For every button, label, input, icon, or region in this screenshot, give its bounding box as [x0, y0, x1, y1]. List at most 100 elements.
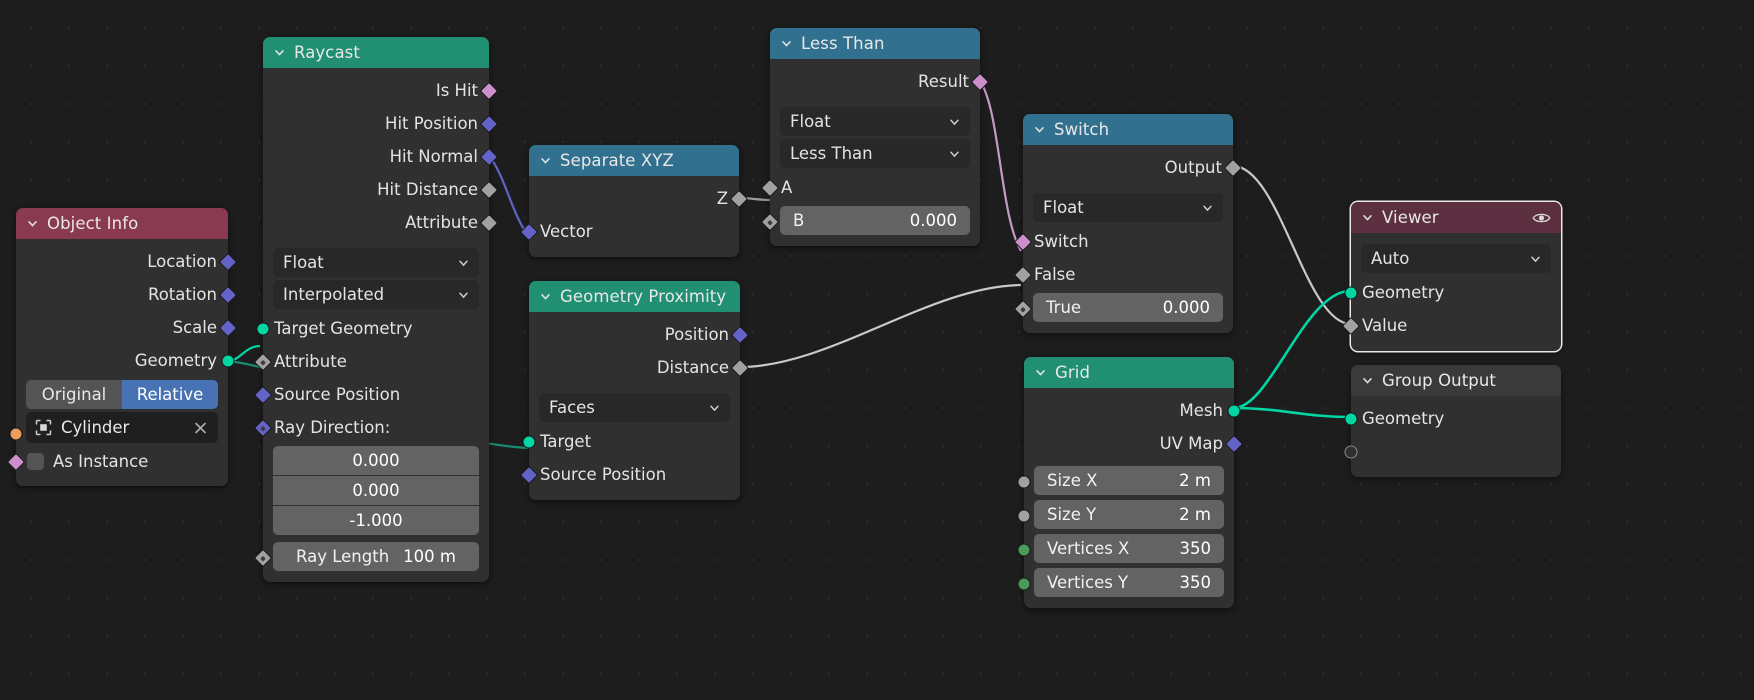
chevron-down-icon[interactable]	[708, 401, 721, 414]
node-header-raycast[interactable]: Raycast	[263, 37, 489, 68]
ray-direction-y-field[interactable]: 0.000	[273, 476, 479, 505]
node-group-output[interactable]: Group Output Geometry	[1344, 365, 1561, 477]
socket-out-mesh[interactable]	[1227, 404, 1241, 417]
node-object-info[interactable]: Object Info Location Rotation Scale Geom…	[6, 208, 238, 486]
socket-out-geometry[interactable]	[221, 354, 235, 367]
true-value-field[interactable]: True 0.000	[1033, 293, 1223, 322]
socket-in-switch[interactable]	[1013, 232, 1033, 251]
socket-out-output[interactable]	[1223, 158, 1243, 177]
node-header-less-than[interactable]: Less Than	[770, 28, 980, 59]
chevron-down-icon[interactable]	[948, 147, 961, 160]
socket-out-location[interactable]	[218, 252, 238, 271]
chevron-down-icon[interactable]	[457, 256, 470, 269]
dropdown-target-element[interactable]: Faces	[539, 393, 730, 422]
chevron-down-icon[interactable]	[780, 37, 793, 50]
node-separate-xyz[interactable]: Separate XYZ Z Vector	[519, 145, 749, 257]
socket-out-is-hit[interactable]	[479, 81, 499, 100]
socket-out-uv-map[interactable]	[1224, 434, 1244, 453]
socket-in-target-geometry[interactable]	[256, 322, 270, 335]
socket-in-size-x[interactable]	[1017, 475, 1031, 489]
chevron-down-icon[interactable]	[948, 115, 961, 128]
socket-out-hit-distance[interactable]	[479, 180, 499, 199]
node-header-grid[interactable]: Grid	[1024, 357, 1234, 388]
vertices-y-field[interactable]: Vertices Y 350	[1034, 568, 1224, 597]
chevron-down-icon[interactable]	[1033, 123, 1046, 136]
node-header-viewer[interactable]: Viewer	[1351, 202, 1561, 233]
dropdown-data-type[interactable]: Float	[273, 248, 479, 277]
socket-in-attribute[interactable]	[253, 352, 273, 371]
as-instance-row[interactable]: As Instance	[6, 446, 228, 477]
socket-in-source-position[interactable]	[253, 385, 273, 404]
node-grid[interactable]: Grid Mesh UV Map Size X 2 m Size Y 2 m V…	[1017, 357, 1244, 608]
ray-direction-x-field[interactable]: 0.000	[273, 446, 479, 475]
dropdown-data-type[interactable]: Float	[1033, 193, 1223, 222]
node-raycast[interactable]: Raycast Is Hit Hit Position Hit Normal H…	[253, 37, 499, 582]
socket-in-true[interactable]	[1013, 299, 1033, 319]
chevron-down-icon[interactable]	[1529, 252, 1542, 265]
chevron-down-icon[interactable]	[1361, 211, 1374, 224]
node-switch[interactable]: Switch Output Float Switch False True 0.…	[1013, 114, 1243, 333]
socket-in-vertices-y[interactable]	[1017, 577, 1031, 591]
eye-icon[interactable]	[1532, 211, 1551, 225]
socket-in-vector[interactable]	[519, 222, 539, 241]
chevron-down-icon[interactable]	[1201, 201, 1214, 214]
node-header-switch[interactable]: Switch	[1023, 114, 1233, 145]
socket-in-as-instance[interactable]	[6, 452, 26, 471]
size-x-field[interactable]: Size X 2 m	[1034, 466, 1224, 495]
socket-in-geometry[interactable]	[1344, 412, 1358, 425]
dropdown-domain[interactable]: Auto	[1361, 244, 1551, 273]
node-header-separate-xyz[interactable]: Separate XYZ	[529, 145, 739, 176]
socket-in-source-position[interactable]	[519, 465, 539, 484]
node-header-object-info[interactable]: Object Info	[16, 208, 228, 239]
transform-space-toggle[interactable]: Original Relative	[26, 380, 218, 409]
socket-out-scale[interactable]	[218, 318, 238, 337]
socket-out-result[interactable]	[970, 72, 990, 91]
node-header-geometry-proximity[interactable]: Geometry Proximity	[529, 281, 740, 312]
node-viewer[interactable]: Viewer Auto Geometry Value	[1341, 202, 1561, 351]
socket-out-hit-position[interactable]	[479, 114, 499, 133]
socket-in-a[interactable]	[760, 178, 780, 197]
chevron-down-icon[interactable]	[539, 290, 552, 303]
chevron-down-icon[interactable]	[273, 46, 286, 59]
node-header-group-output[interactable]: Group Output	[1351, 365, 1561, 396]
toggle-option-original[interactable]: Original	[26, 380, 122, 409]
chevron-down-icon[interactable]	[26, 217, 39, 230]
socket-out-z[interactable]	[729, 189, 749, 208]
vertices-x-field[interactable]: Vertices X 350	[1034, 534, 1224, 563]
socket-out-position[interactable]	[730, 325, 750, 344]
chevron-down-icon[interactable]	[457, 288, 470, 301]
socket-in-object[interactable]	[9, 427, 23, 441]
socket-out-rotation[interactable]	[218, 285, 238, 304]
socket-in-false[interactable]	[1013, 265, 1033, 284]
socket-in-value[interactable]	[1341, 316, 1361, 335]
chevron-down-icon[interactable]	[1361, 374, 1374, 387]
socket-in-ray-length[interactable]	[253, 548, 273, 568]
socket-in-size-y[interactable]	[1017, 509, 1031, 523]
clear-object-icon[interactable]	[193, 420, 208, 435]
ray-length-field[interactable]: Ray Length 100 m	[273, 542, 479, 571]
b-value-field[interactable]: B 0.000	[780, 206, 970, 235]
dropdown-operation[interactable]: Less Than	[780, 139, 970, 168]
socket-in-geometry[interactable]	[1344, 286, 1358, 299]
node-geometry-proximity[interactable]: Geometry Proximity Position Distance Fac…	[519, 281, 750, 500]
ray-direction-z-field[interactable]: -1.000	[273, 506, 479, 535]
socket-out-distance[interactable]	[730, 358, 750, 377]
size-y-field[interactable]: Size Y 2 m	[1034, 500, 1224, 529]
node-editor-canvas[interactable]: Object Info Location Rotation Scale Geom…	[0, 0, 1754, 700]
as-instance-checkbox[interactable]	[27, 453, 44, 470]
toggle-option-relative[interactable]: Relative	[122, 380, 218, 409]
object-selector-field[interactable]: Cylinder	[26, 412, 218, 443]
socket-in-vertices-x[interactable]	[1017, 543, 1031, 557]
socket-in-extend[interactable]	[1344, 445, 1358, 458]
socket-out-hit-normal[interactable]	[479, 147, 499, 166]
node-less-than[interactable]: Less Than Result Float Less Than A B 0.0…	[760, 28, 990, 246]
chevron-down-icon[interactable]	[1034, 366, 1047, 379]
vertices-y-value: 350	[1179, 573, 1212, 592]
chevron-down-icon[interactable]	[539, 154, 552, 167]
dropdown-data-type[interactable]: Float	[780, 107, 970, 136]
socket-in-ray-direction[interactable]	[253, 418, 273, 437]
dropdown-mapping[interactable]: Interpolated	[273, 280, 479, 309]
socket-out-attribute[interactable]	[479, 213, 499, 232]
socket-in-target[interactable]	[522, 435, 536, 448]
socket-in-b[interactable]	[760, 212, 780, 232]
